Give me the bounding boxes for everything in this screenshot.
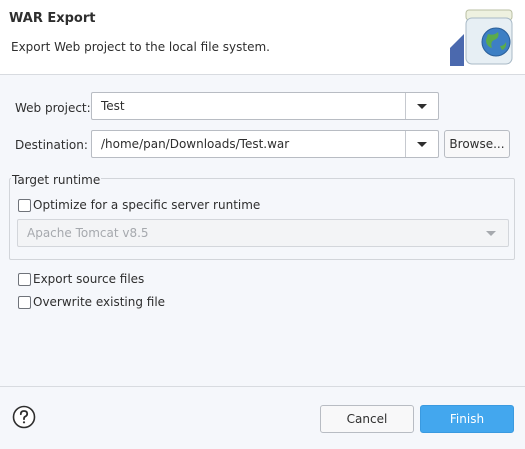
export-source-label: Export source files: [33, 272, 145, 286]
browse-button[interactable]: Browse...: [444, 130, 510, 158]
server-runtime-value: Apache Tomcat v8.5: [27, 226, 149, 240]
destination-combo[interactable]: /home/pan/Downloads/Test.war: [91, 130, 439, 158]
overwrite-checkbox[interactable]: [18, 296, 31, 309]
destination-label: Destination:: [15, 138, 88, 152]
web-project-label: Web project:: [15, 101, 91, 115]
destination-value: /home/pan/Downloads/Test.war: [101, 137, 290, 151]
server-runtime-combo: Apache Tomcat v8.5: [17, 219, 509, 247]
optimize-runtime-checkbox[interactable]: [18, 199, 31, 212]
wizard-description: Export Web project to the local file sys…: [11, 40, 270, 54]
web-project-dropdown-button[interactable]: [405, 93, 438, 119]
chevron-down-icon: [417, 142, 427, 147]
overwrite-label: Overwrite existing file: [33, 295, 166, 309]
target-runtime-title: Target runtime: [11, 173, 102, 187]
cancel-button[interactable]: Cancel: [320, 405, 414, 433]
export-source-checkbox[interactable]: [18, 273, 31, 286]
chevron-down-icon: [417, 104, 427, 109]
web-project-value: Test: [101, 99, 125, 113]
footer-separator: [0, 386, 525, 387]
chevron-down-icon: [486, 231, 496, 236]
finish-button[interactable]: Finish: [420, 405, 514, 433]
jar-globe-icon: [448, 6, 522, 66]
wizard-header: WAR Export Export Web project to the loc…: [0, 0, 525, 75]
wizard-title: WAR Export: [9, 11, 96, 26]
web-project-combo[interactable]: Test: [91, 92, 439, 120]
destination-dropdown-button[interactable]: [405, 131, 438, 157]
help-icon[interactable]: [12, 405, 36, 429]
optimize-runtime-label: Optimize for a specific server runtime: [33, 198, 261, 212]
